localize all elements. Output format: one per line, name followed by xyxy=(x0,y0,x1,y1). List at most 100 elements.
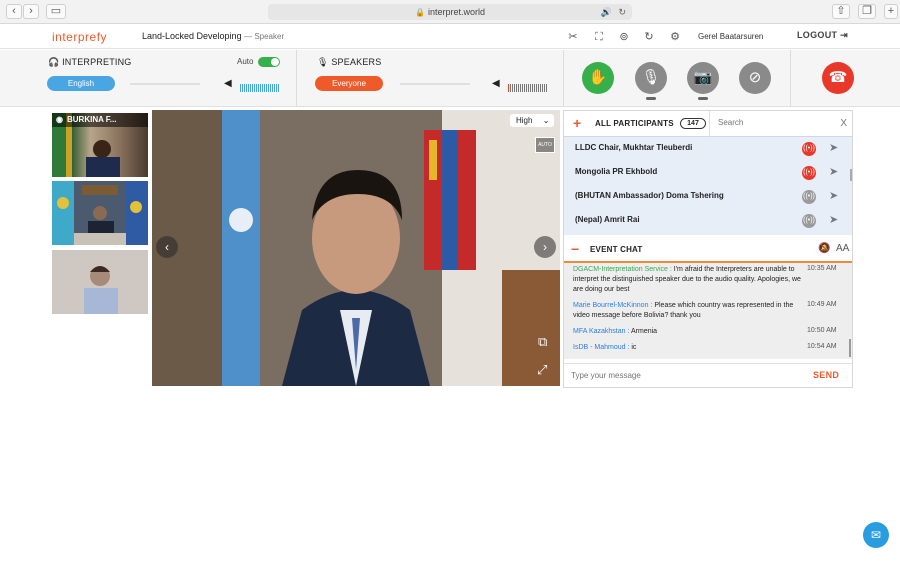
quality-value: High xyxy=(516,116,533,125)
logout-label: LOGOUT xyxy=(797,30,838,40)
event-title: Land-Locked Developing — Speaker xyxy=(142,31,284,41)
chat-message: Marie Bourrel-McKinnon : Please which co… xyxy=(573,301,809,321)
participant-list-scrollbar[interactable] xyxy=(850,169,852,181)
speakers-label: SPEAKERS xyxy=(331,57,382,67)
message-text: Armenia xyxy=(630,328,658,335)
main-video[interactable]: High ⌄ AUTO ‹ › ⧉ ⤢ xyxy=(152,110,560,386)
speaker-volume-icon: ◀ xyxy=(224,78,232,89)
close-panel-button[interactable]: X xyxy=(840,118,847,129)
thumbnail-person-image xyxy=(52,181,148,245)
participant-name: Mongolia PR Ekhbold xyxy=(575,167,658,176)
message-sender: MFA Kazakhstan : xyxy=(573,328,630,335)
search-input[interactable] xyxy=(718,118,828,127)
send-message-icon[interactable]: ➤ xyxy=(829,213,838,226)
screen-share-off-button[interactable]: ⊘ xyxy=(739,62,771,94)
tabs-icon[interactable]: ❐ xyxy=(858,4,876,19)
thumbnail-person-image xyxy=(52,250,148,314)
font-size-icon[interactable]: AA xyxy=(836,243,849,254)
fullscreen-icon[interactable]: ⛶ xyxy=(592,30,606,44)
speakers-select[interactable]: Everyone xyxy=(315,76,383,91)
expand-icon[interactable]: ⤢ xyxy=(537,362,547,378)
auto-label: Auto xyxy=(237,57,254,66)
translate-icon[interactable]: ✂ xyxy=(566,30,580,44)
participant-name: LLDC Chair, Mukhtar Tleuberdi xyxy=(575,143,693,152)
forward-button[interactable]: › xyxy=(23,4,39,19)
send-message-icon[interactable]: ➤ xyxy=(829,141,838,154)
participant-count-badge: 147 xyxy=(680,118,706,129)
send-button[interactable]: SEND xyxy=(813,370,839,380)
picture-in-picture-icon[interactable]: ⧉ xyxy=(538,334,547,350)
interpreting-section: 🎧 INTERPRETING xyxy=(48,57,132,68)
chat-scrollbar[interactable] xyxy=(849,339,851,357)
message-time: 10:54 AM xyxy=(807,343,837,350)
quality-select[interactable]: High ⌄ xyxy=(510,114,554,127)
reload-icon[interactable]: ↻ xyxy=(618,4,626,20)
participant-list: LLDC Chair, Mukhtar Tleuberdi ((•)) ➤ Mo… xyxy=(564,137,852,235)
participant-row[interactable]: (BHUTAN Ambassador) Doma Tshering ((•)) … xyxy=(564,185,852,209)
event-chat-header: − EVENT CHAT 🔕 AA xyxy=(564,237,852,263)
share-icon[interactable]: ⇧ xyxy=(832,4,850,19)
participants-title: ALL PARTICIPANTS xyxy=(595,119,674,128)
message-sender: Marie Bourrel-McKinnon : xyxy=(573,302,653,309)
url-text: interpret.world xyxy=(427,7,485,17)
participant-row[interactable]: Mongolia PR Ekhbold ((•)) ➤ xyxy=(564,161,852,185)
send-message-icon[interactable]: ➤ xyxy=(829,189,838,202)
participant-thumbnail[interactable]: ◉ BURKINA F... xyxy=(52,113,148,177)
participant-row[interactable]: LLDC Chair, Mukhtar Tleuberdi ((•)) ➤ xyxy=(564,137,852,161)
microphone-options-handle[interactable] xyxy=(646,97,656,100)
message-time: 10:35 AM xyxy=(807,265,837,272)
participant-thumbnail[interactable] xyxy=(52,181,148,245)
chevron-down-icon: ⌄ xyxy=(542,116,550,125)
participant-name: (Nepal) Amrit Rai xyxy=(575,215,640,224)
auto-toggle[interactable] xyxy=(258,57,280,67)
participant-row[interactable]: (Nepal) Amrit Rai ((•)) ➤ xyxy=(564,209,852,233)
send-message-icon[interactable]: ➤ xyxy=(829,165,838,178)
controls-bar: 🎧 INTERPRETING Auto English ◀ 🎙 SPEAKERS… xyxy=(0,50,900,107)
hang-up-button[interactable]: ☎ xyxy=(822,62,854,94)
raise-hand-button[interactable]: ✋ xyxy=(582,62,614,94)
side-panel: + ALL PARTICIPANTS 147 X LLDC Chair, Muk… xyxy=(563,110,853,388)
lock-icon: 🔒 xyxy=(415,8,425,17)
next-video-button[interactable]: › xyxy=(534,236,556,258)
participant-thumbnail[interactable] xyxy=(52,250,148,314)
language-select[interactable]: English xyxy=(47,76,115,91)
browser-toolbar: ‹ › ▭ 🔒 interpret.world 🔊 ↻ ⇧ ❐ + xyxy=(0,0,900,24)
new-tab-icon[interactable]: + xyxy=(884,4,898,19)
chat-message-list: DGACM-Interpretation Service : I'm afrai… xyxy=(564,263,852,359)
audio-playing-icon[interactable]: 🔊 xyxy=(601,4,612,20)
speakers-volume-bars[interactable] xyxy=(508,79,548,92)
event-chat-title: EVENT CHAT xyxy=(590,245,643,254)
support-chat-icon[interactable]: ✉ xyxy=(863,522,889,548)
user-role: — Speaker xyxy=(244,32,285,41)
auto-layout-button[interactable]: AUTO xyxy=(535,137,555,153)
speaker-volume-icon-2: ◀ xyxy=(492,78,500,89)
speaker-video-frame xyxy=(152,110,560,386)
microphone-button[interactable]: 🎙 xyxy=(635,62,667,94)
interpreting-volume-bars[interactable] xyxy=(240,79,280,92)
settings-gear-icon[interactable]: ⚙ xyxy=(668,30,682,44)
plus-icon[interactable]: + xyxy=(573,115,581,131)
thumbnail-name: BURKINA F... xyxy=(66,115,117,124)
interpreting-label: INTERPRETING xyxy=(62,57,132,67)
controls-divider-3 xyxy=(790,50,791,107)
chat-message: MFA Kazakhstan : Armenia xyxy=(573,327,809,337)
address-bar[interactable]: 🔒 interpret.world 🔊 ↻ xyxy=(268,4,632,20)
speaking-icon: ((•)) xyxy=(802,166,816,180)
mute-notifications-icon[interactable]: 🔕 xyxy=(818,243,830,254)
refresh-icon[interactable]: ↻ xyxy=(642,30,656,44)
previous-video-button[interactable]: ‹ xyxy=(156,236,178,258)
chat-message: IsDB - Mahmoud : ic xyxy=(573,343,809,353)
controls-divider xyxy=(296,50,297,107)
speakers-balance-slider[interactable] xyxy=(400,83,470,85)
logout-button[interactable]: LOGOUT ⇥ xyxy=(797,30,848,41)
chat-message: DGACM-Interpretation Service : I'm afrai… xyxy=(573,265,809,295)
camera-button[interactable]: 📷 xyxy=(687,62,719,94)
minus-icon[interactable]: − xyxy=(571,241,579,257)
message-input[interactable] xyxy=(571,371,791,380)
broadcast-icon[interactable]: ⊚ xyxy=(617,30,631,44)
camera-options-handle[interactable] xyxy=(698,97,708,100)
message-sender: DGACM-Interpretation Service : xyxy=(573,266,672,273)
sidebar-toggle-icon[interactable]: ▭ xyxy=(46,4,66,19)
interpreting-balance-slider[interactable] xyxy=(130,83,200,85)
back-button[interactable]: ‹ xyxy=(6,4,22,19)
